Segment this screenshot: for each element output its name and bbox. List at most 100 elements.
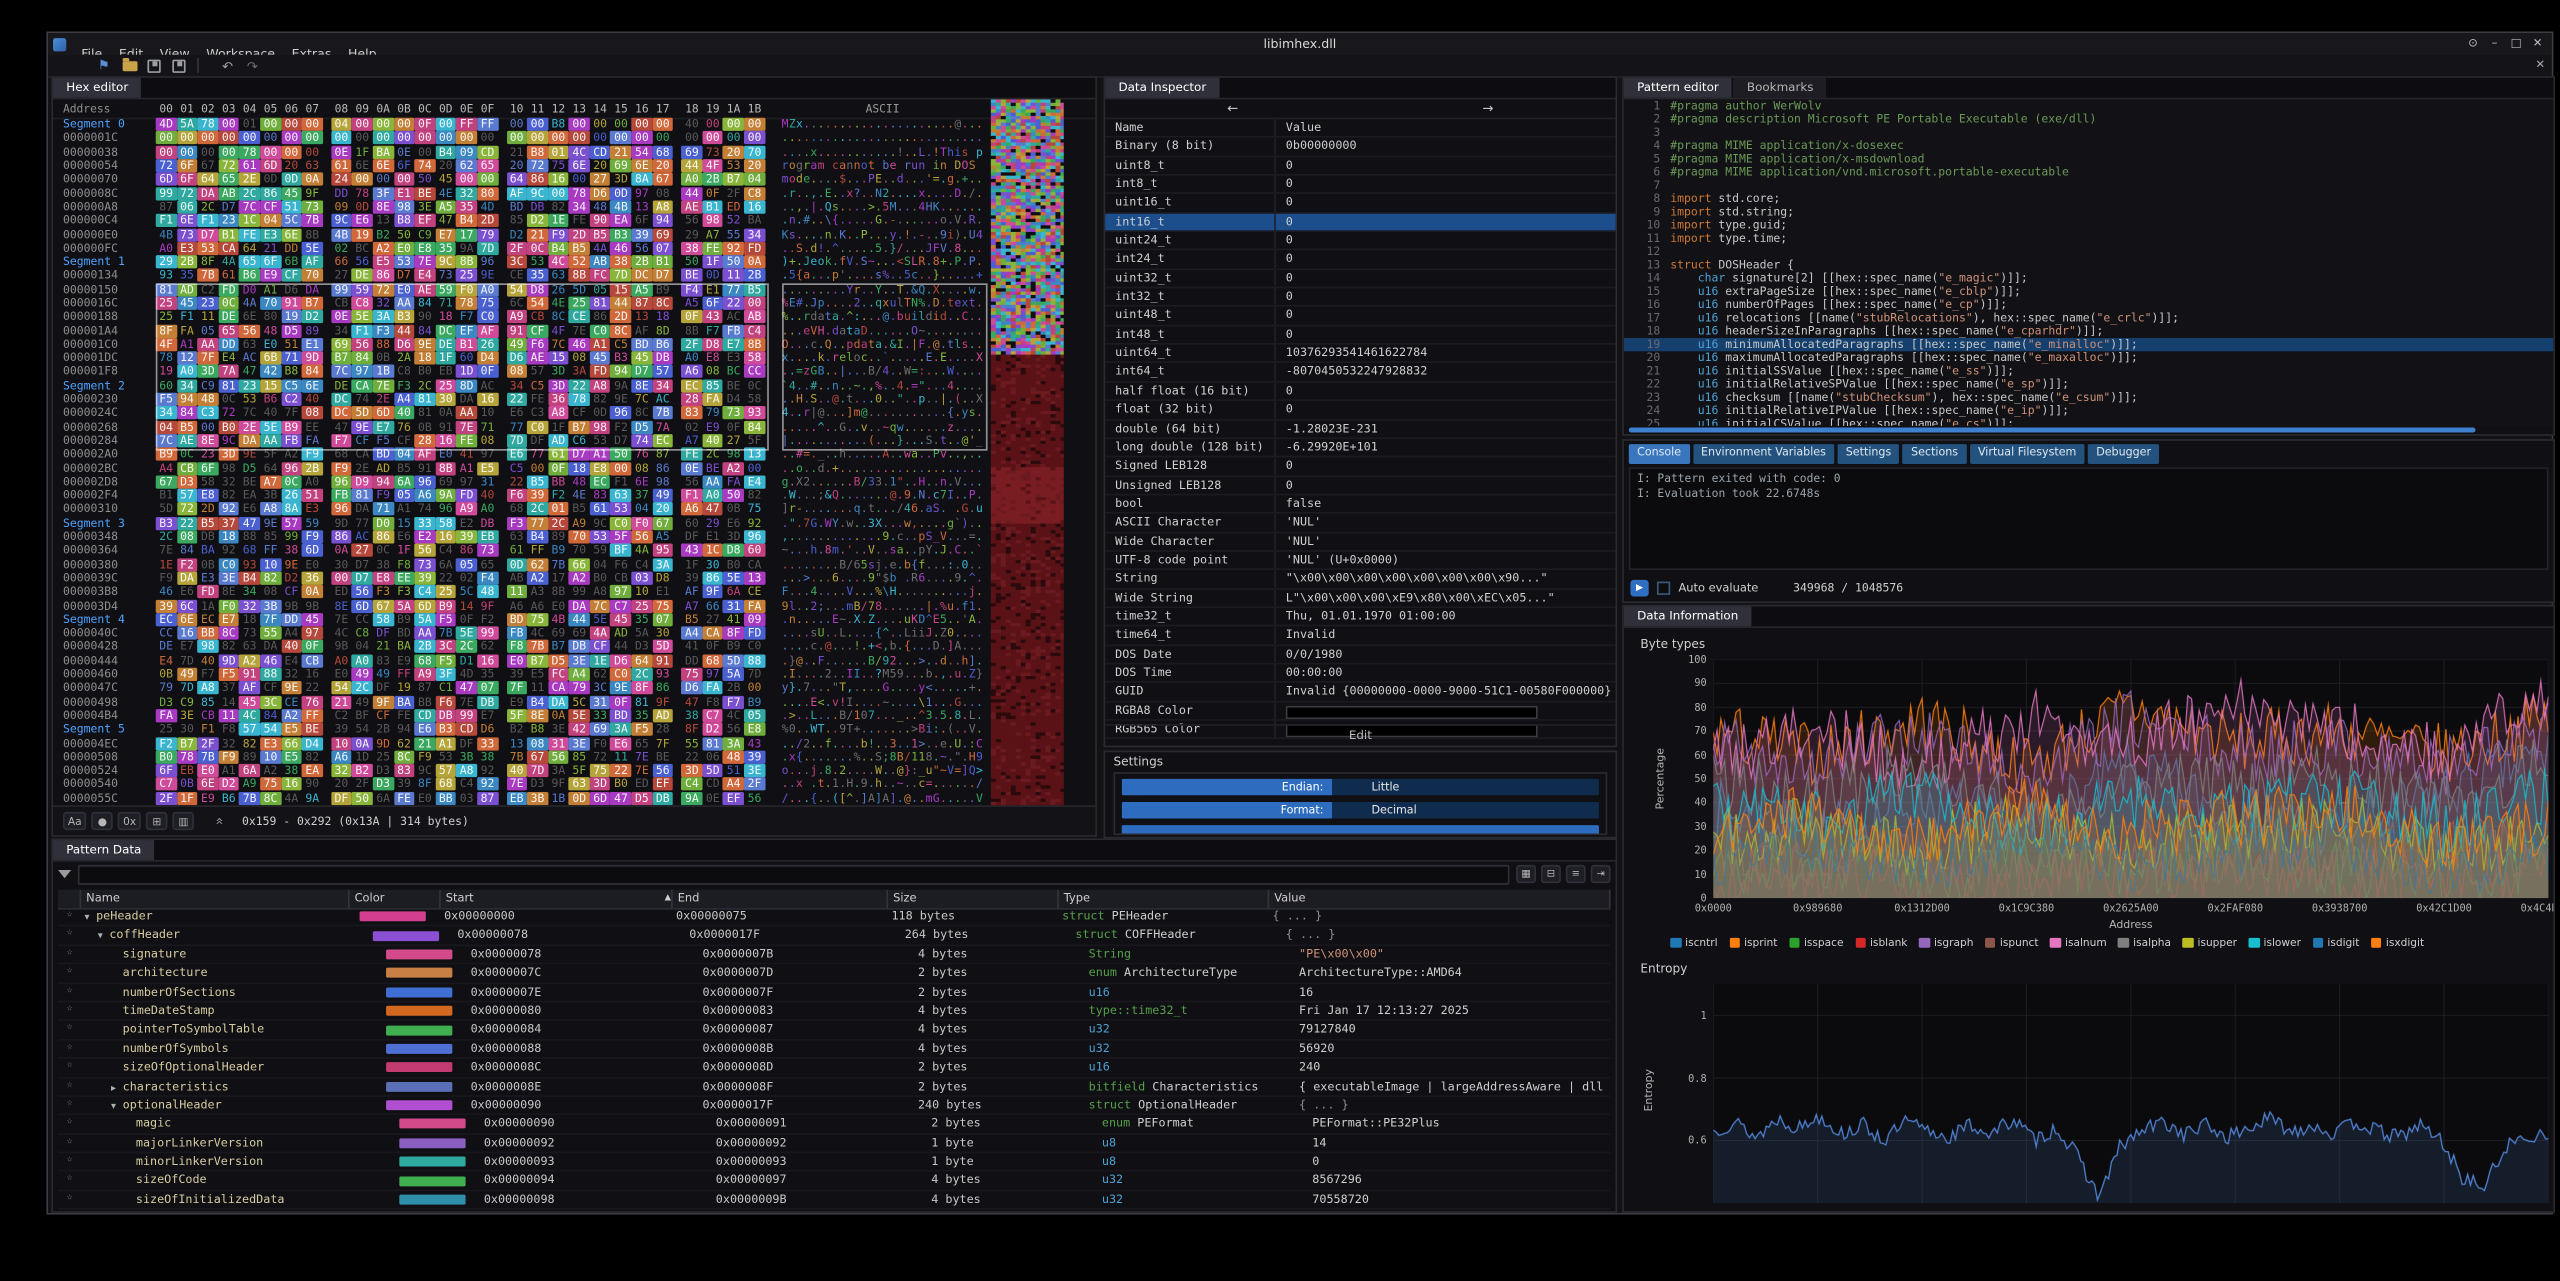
hex-byte[interactable]: 39 bbox=[456, 530, 477, 543]
hex-byte[interactable]: 98 bbox=[723, 448, 744, 461]
ascii-char[interactable]: . bbox=[947, 200, 954, 213]
ascii-char[interactable]: . bbox=[839, 654, 846, 667]
code-line[interactable]: 12 bbox=[1624, 245, 2554, 258]
hex-byte[interactable]: 45 bbox=[631, 352, 652, 365]
hex-byte[interactable]: B4 bbox=[527, 695, 548, 708]
ascii-char[interactable]: . bbox=[954, 324, 961, 337]
ascii-char[interactable]: . bbox=[853, 269, 860, 282]
hex-byte[interactable]: E6 bbox=[723, 517, 744, 530]
ascii-char[interactable]: H bbox=[846, 778, 853, 791]
hex-byte[interactable]: EC bbox=[590, 475, 611, 488]
ascii-char[interactable]: % bbox=[918, 297, 925, 310]
open-file-icon[interactable] bbox=[123, 58, 138, 73]
hex-byte[interactable]: 1E bbox=[156, 558, 177, 571]
ascii-char[interactable]: } bbox=[789, 682, 796, 695]
hex-byte[interactable]: 20 bbox=[744, 159, 765, 172]
hex-byte[interactable]: 73 bbox=[239, 627, 260, 640]
ascii-char[interactable]: 0 bbox=[875, 393, 882, 406]
hex-byte[interactable]: 41 bbox=[723, 613, 744, 626]
ascii-char[interactable]: S bbox=[969, 159, 976, 172]
hex-byte[interactable]: EC bbox=[652, 434, 673, 447]
ascii-char[interactable]: . bbox=[947, 132, 954, 145]
ascii-char[interactable]: . bbox=[825, 118, 832, 131]
hex-byte[interactable]: 58 bbox=[744, 352, 765, 365]
hex-byte[interactable]: 92 bbox=[477, 764, 498, 777]
ascii-char[interactable]: , bbox=[868, 379, 875, 392]
hex-byte[interactable]: F0 bbox=[456, 283, 477, 296]
hex-byte[interactable]: 4F bbox=[548, 324, 569, 337]
hex-byte[interactable]: 45 bbox=[590, 352, 611, 365]
base-selector-button[interactable]: 0x bbox=[118, 812, 141, 830]
ascii-char[interactable]: = bbox=[803, 448, 810, 461]
hex-byte[interactable]: DF bbox=[681, 530, 702, 543]
ascii-char[interactable] bbox=[825, 159, 832, 172]
ascii-char[interactable]: . bbox=[810, 434, 817, 447]
hex-byte[interactable]: 5D bbox=[569, 283, 590, 296]
ascii-char[interactable]: . bbox=[868, 462, 875, 475]
hex-byte[interactable]: 00 bbox=[744, 462, 765, 475]
ascii-char[interactable]: , bbox=[810, 187, 817, 200]
hex-byte[interactable]: 6E bbox=[631, 159, 652, 172]
ascii-char[interactable]: \ bbox=[882, 585, 889, 598]
hex-byte[interactable]: A7 bbox=[681, 599, 702, 612]
ascii-char[interactable]: c bbox=[897, 530, 904, 543]
pattern-data-row[interactable]: ☆ sizeOfOptionalHeader0x0000008C0x000000… bbox=[58, 1059, 1611, 1078]
hex-byte[interactable]: 04 bbox=[744, 173, 765, 186]
hex-byte[interactable]: 4E bbox=[569, 489, 590, 502]
inspector-row[interactable]: int48_t0 bbox=[1105, 326, 1615, 345]
hex-byte[interactable]: 00 bbox=[611, 132, 632, 145]
ascii-char[interactable]: . bbox=[861, 489, 868, 502]
ascii-char[interactable]: . bbox=[925, 214, 932, 227]
hex-byte[interactable]: 29 bbox=[156, 255, 177, 268]
hex-byte[interactable]: A4 bbox=[156, 462, 177, 475]
hex-byte[interactable]: E0 bbox=[302, 558, 323, 571]
hex-byte[interactable]: BE bbox=[414, 187, 435, 200]
ascii-char[interactable]: . bbox=[875, 145, 882, 158]
ascii-char[interactable]: m bbox=[832, 544, 839, 557]
hex-byte[interactable]: 67 bbox=[652, 173, 673, 186]
hex-byte[interactable]: 17 bbox=[548, 572, 569, 585]
hex-byte[interactable]: 21 bbox=[260, 242, 281, 255]
hex-byte[interactable]: 60 bbox=[681, 517, 702, 530]
ascii-char[interactable]: 6 bbox=[918, 572, 925, 585]
hex-byte[interactable]: E3 bbox=[260, 737, 281, 750]
hex-byte[interactable]: A6 bbox=[681, 365, 702, 378]
ascii-char[interactable]: e bbox=[889, 558, 896, 571]
hex-byte[interactable]: 00 bbox=[569, 132, 590, 145]
hex-byte[interactable]: C9 bbox=[414, 228, 435, 241]
hex-byte[interactable]: 59 bbox=[302, 517, 323, 530]
ascii-char[interactable]: N bbox=[911, 297, 918, 310]
hex-byte[interactable]: D6 bbox=[281, 283, 302, 296]
ascii-char[interactable]: 5 bbox=[861, 558, 868, 571]
hex-byte[interactable]: 86 bbox=[652, 462, 673, 475]
hex-byte[interactable]: 4C bbox=[569, 145, 590, 158]
hex-byte[interactable]: B0 bbox=[611, 778, 632, 791]
hex-byte[interactable]: 53 bbox=[527, 255, 548, 268]
hex-byte[interactable]: 00 bbox=[156, 145, 177, 158]
hex-byte[interactable]: 38 bbox=[477, 750, 498, 763]
ascii-char[interactable]: ? bbox=[875, 668, 882, 681]
ascii-char[interactable]: . bbox=[789, 530, 796, 543]
ascii-char[interactable]: 6 bbox=[832, 572, 839, 585]
ascii-char[interactable]: T bbox=[817, 723, 824, 736]
hex-byte[interactable]: 0F bbox=[548, 462, 569, 475]
hex-grid[interactable]: Segment 04D5A780001000000040000000F00FFF… bbox=[53, 118, 991, 806]
hex-byte[interactable]: 96 bbox=[331, 475, 352, 488]
ascii-char[interactable]: 1 bbox=[925, 695, 932, 708]
ascii-char[interactable]: . bbox=[976, 517, 983, 530]
ascii-char[interactable]: . bbox=[875, 420, 882, 433]
ascii-char[interactable]: . bbox=[976, 283, 983, 296]
ascii-char[interactable]: x bbox=[796, 118, 803, 131]
ascii-char[interactable]: . bbox=[781, 668, 788, 681]
ascii-char[interactable]: a bbox=[911, 448, 918, 461]
console-tab-settings[interactable]: Settings bbox=[1837, 443, 1899, 463]
hex-byte[interactable]: 94 bbox=[611, 365, 632, 378]
hex-byte[interactable]: 81 bbox=[414, 407, 435, 420]
hex-byte[interactable]: 3D bbox=[681, 764, 702, 777]
ascii-char[interactable]: ~ bbox=[839, 613, 846, 626]
hex-byte[interactable]: C2 bbox=[281, 393, 302, 406]
ascii-char[interactable]: d bbox=[810, 310, 817, 323]
hex-byte[interactable]: 31 bbox=[723, 599, 744, 612]
hex-byte[interactable]: 13 bbox=[631, 310, 652, 323]
hex-byte[interactable]: 4B bbox=[156, 228, 177, 241]
